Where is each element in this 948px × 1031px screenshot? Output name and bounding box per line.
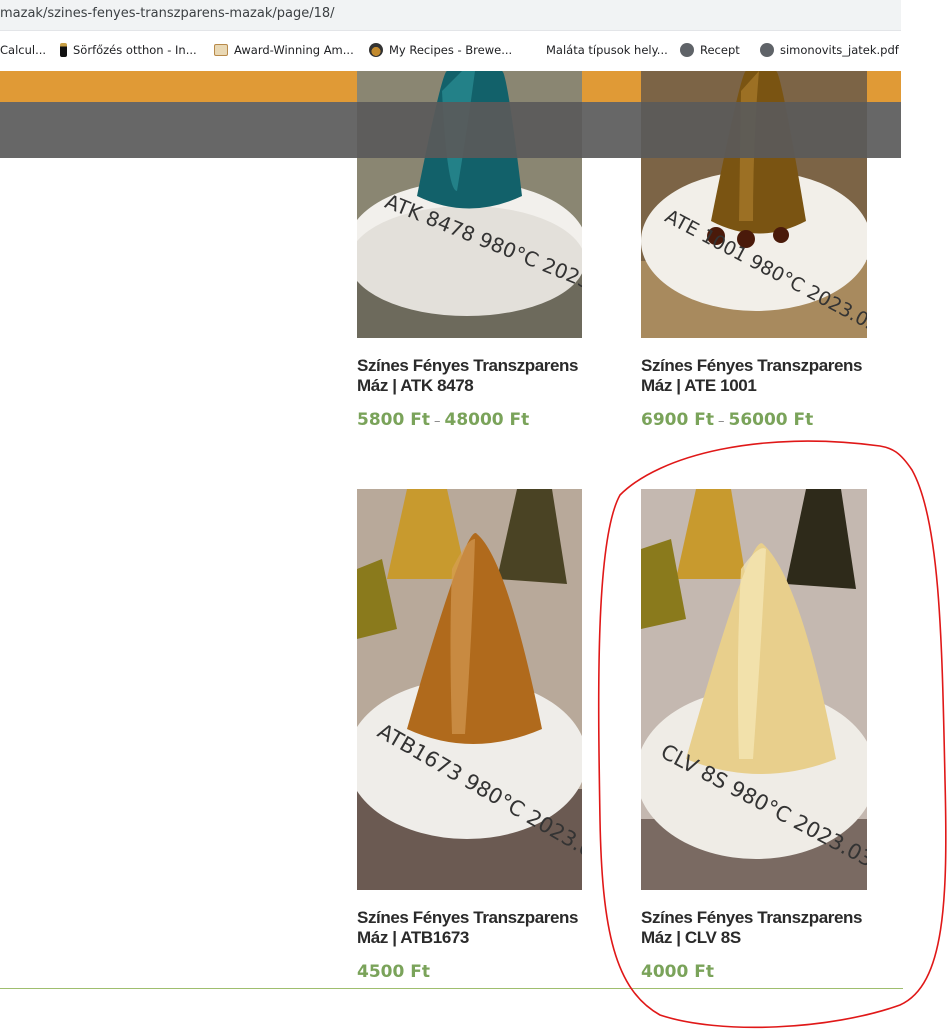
bookmark-my-recipes[interactable]: My Recipes - Brewe... [369, 43, 512, 57]
footer-divider [0, 988, 903, 989]
bookmark-label: Maláta típusok hely... [546, 43, 668, 57]
product-image-atb1673[interactable]: ATB1673 980°C 2023.03.28 [357, 489, 582, 890]
product-title[interactable]: Színes Fényes Transzparens Máz | ATK 847… [357, 356, 587, 396]
product-title[interactable]: Színes Fényes Transzparens Máz | CLV 8S [641, 908, 871, 948]
bookmark-sorfozes[interactable]: Sörfőzés otthon - In... [60, 43, 197, 57]
price-max: 56000 Ft [728, 410, 814, 430]
bookmark-label: Sörfőzés otthon - In... [73, 43, 197, 57]
address-bar[interactable]: mazak/szines-fenyes-transzparens-mazak/p… [0, 0, 901, 31]
product-image-clv8s[interactable]: CLV 8S 980°C 2023.03.28 [641, 489, 867, 890]
site-favicon-icon [214, 44, 228, 56]
product-title[interactable]: Színes Fényes Transzparens Máz | ATB1673 [357, 908, 587, 948]
price-min: 6900 Ft [641, 410, 714, 430]
price-separator: – [433, 414, 441, 429]
bookmark-label: simonovits_jatek.pdf [780, 43, 899, 57]
globe-icon [760, 43, 774, 57]
sticky-nav-bar [0, 102, 901, 158]
bookmark-award-winning[interactable]: Award-Winning Am... [214, 43, 354, 57]
product-price: 4000 Ft [641, 962, 714, 982]
bookmark-simonovits[interactable]: simonovits_jatek.pdf [760, 43, 899, 57]
product-price: 4500 Ft [357, 962, 430, 982]
price-min: 5800 Ft [357, 410, 430, 430]
bookmark-label: Calcul... [0, 43, 47, 57]
bookmark-recept[interactable]: Recept [680, 43, 740, 57]
bookmark-label: My Recipes - Brewe... [389, 43, 513, 57]
beer-bottle-icon [60, 43, 67, 57]
brew-pot-icon [369, 43, 383, 57]
price-min: 4500 Ft [357, 962, 430, 982]
product-price: 6900 Ft –56000 Ft [641, 410, 813, 430]
bookmark-calculator[interactable]: Calcul... [0, 43, 46, 57]
price-min: 4000 Ft [641, 962, 714, 982]
bookmark-malata[interactable]: Maláta típusok hely... [546, 43, 668, 57]
globe-icon [680, 43, 694, 57]
price-max: 48000 Ft [444, 410, 530, 430]
product-price: 5800 Ft –48000 Ft [357, 410, 529, 430]
bookmark-label: Award-Winning Am... [234, 43, 354, 57]
product-title[interactable]: Színes Fényes Transzparens Máz | ATE 100… [641, 356, 871, 396]
bookmarks-bar: Calcul... Sörfőzés otthon - In... Award-… [0, 31, 901, 70]
price-separator: – [717, 414, 725, 429]
bookmark-label: Recept [700, 43, 740, 57]
url-text[interactable]: mazak/szines-fenyes-transzparens-mazak/p… [0, 6, 335, 21]
